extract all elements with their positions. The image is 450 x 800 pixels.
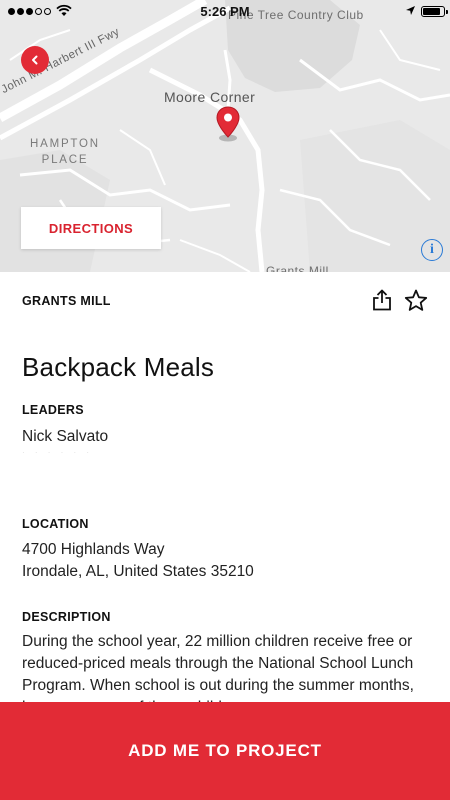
location-label: LOCATION [22,517,89,531]
description-label: DESCRIPTION [22,610,111,624]
project-details[interactable]: GRANTS MILL Backpack Meals LEADERS Nick … [0,272,450,702]
project-title: Backpack Meals [22,352,215,382]
address-line2: Irondale, AL, United States 35210 [22,563,254,580]
share-button[interactable] [370,288,394,312]
star-outline-icon [404,289,428,311]
description-text: During the school year, 22 million child… [22,633,414,702]
map-view[interactable]: 5:26 PM Pine Tree Country Club John M. H… [0,0,450,272]
leader-name[interactable]: Nick Salvato [22,426,108,448]
map-label-place: HAMPTON PLACE [30,136,100,168]
status-bar: 5:26 PM [0,0,450,24]
organization-row: GRANTS MILL [22,272,428,330]
chevron-left-icon [32,55,38,65]
map-label-bottom: Grants Mill [266,264,329,272]
battery-icon [421,6,448,17]
directions-button[interactable]: DIRECTIONS [21,207,161,249]
map-label-place-line2: PLACE [41,154,89,166]
favorite-button[interactable] [404,288,428,312]
back-button[interactable] [21,46,49,74]
add-me-to-project-button[interactable]: ADD ME TO PROJECT [0,702,450,800]
header-actions [370,288,428,312]
status-time: 5:26 PM [200,4,250,19]
map-pin-icon[interactable] [215,106,241,142]
share-icon [373,289,391,311]
address-line1: 4700 Highlands Way [22,541,165,558]
map-label-town: Moore Corner [164,89,256,105]
map-label-place-line1: HAMPTON [30,138,100,150]
location-arrow-icon [406,6,415,15]
organization-name: GRANTS MILL [22,294,111,308]
leaders-label: LEADERS [22,403,84,417]
info-icon[interactable]: i [421,239,443,261]
leader-faint-text: · · · · · · [22,448,94,457]
